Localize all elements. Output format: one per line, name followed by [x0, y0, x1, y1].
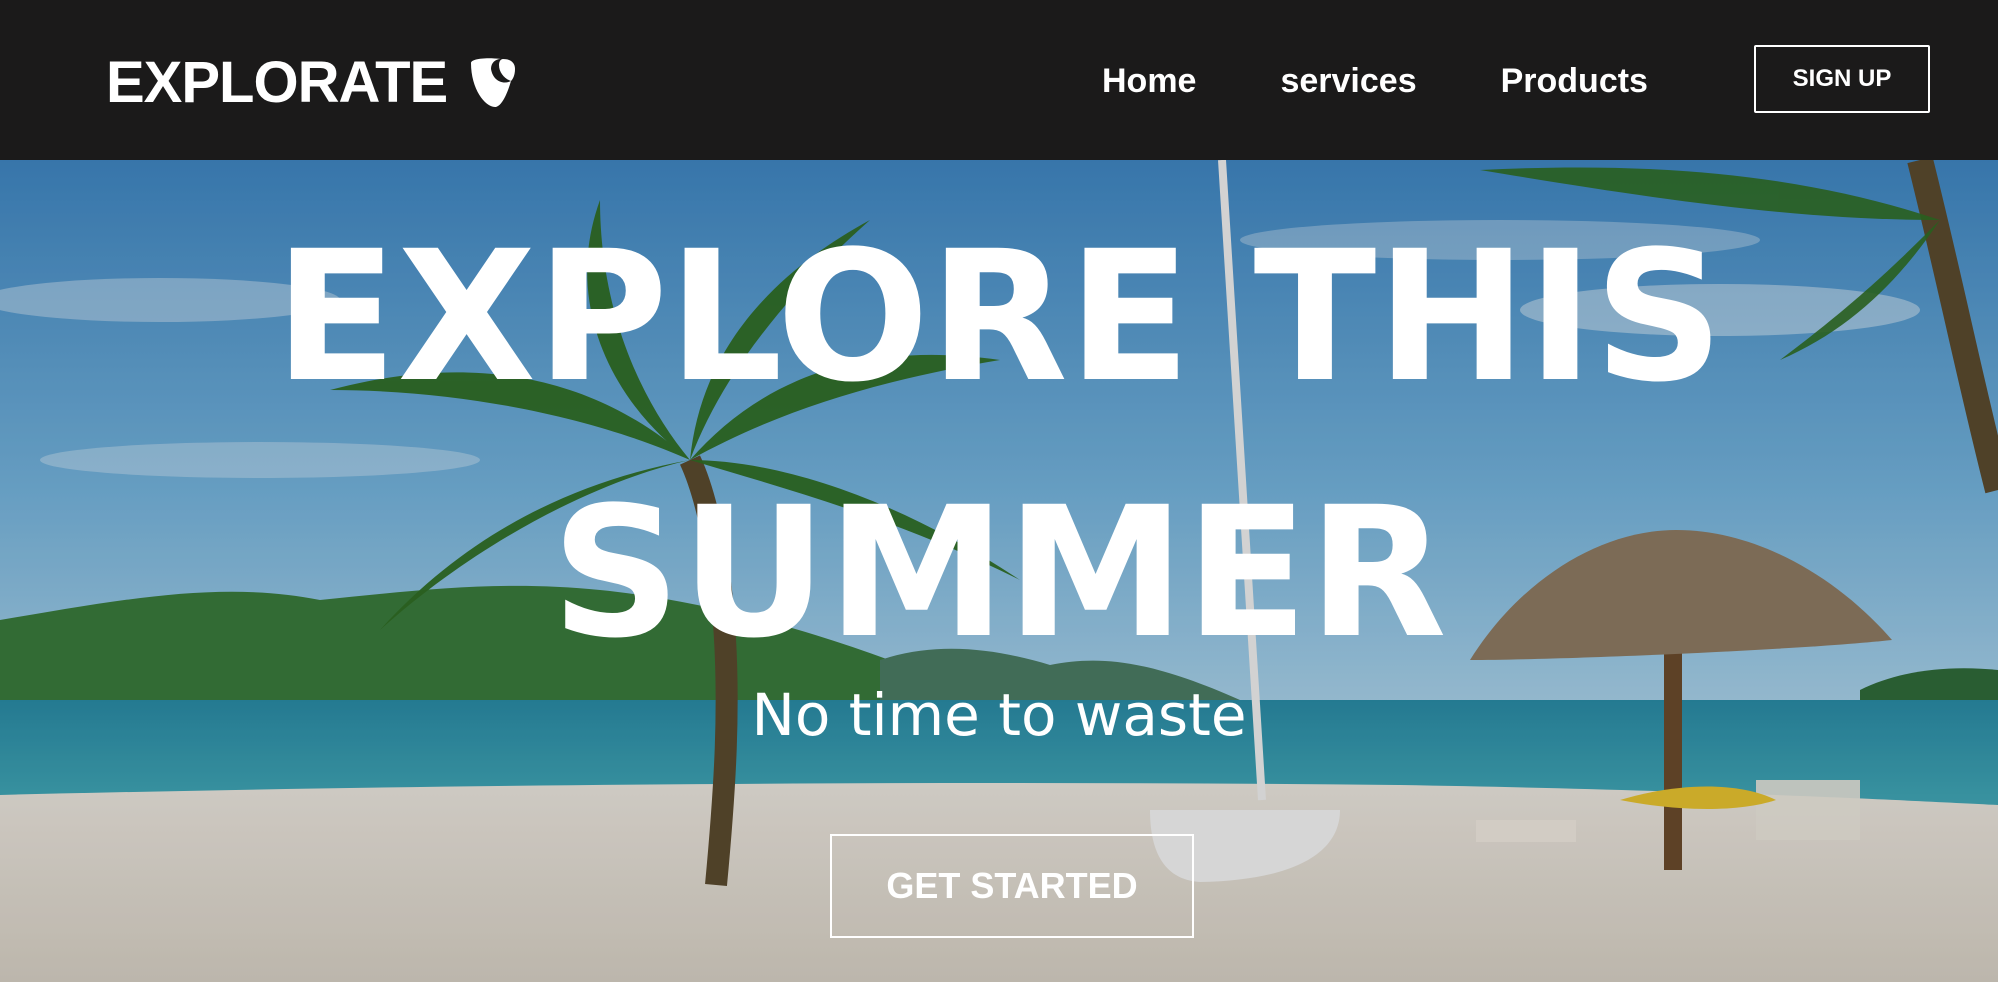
typo3-shield-icon	[471, 58, 516, 107]
main-nav: Home services Products	[1102, 56, 1648, 106]
nav-home-link[interactable]: Home	[1102, 56, 1196, 106]
hero-section: EXPLORE THIS SUMMER No time to waste GET…	[0, 160, 1998, 982]
nav-products-link[interactable]: Products	[1501, 56, 1648, 106]
hero-title: EXPLORE THIS SUMMER	[0, 190, 1998, 702]
sign-up-button[interactable]: SIGN UP	[1754, 45, 1930, 113]
hero-title-line-2: SUMMER	[551, 469, 1447, 678]
nav-services-link[interactable]: services	[1280, 56, 1416, 106]
brand[interactable]: EXPLORATE	[106, 48, 517, 118]
get-started-button[interactable]: GET STARTED	[830, 834, 1194, 938]
brand-name: EXPLORATE	[106, 50, 448, 115]
top-navbar: EXPLORATE Home services Products SIGN UP	[0, 0, 1998, 160]
hero-subtitle: No time to waste	[751, 681, 1247, 749]
hero-title-line-1: EXPLORE THIS	[274, 213, 1724, 422]
